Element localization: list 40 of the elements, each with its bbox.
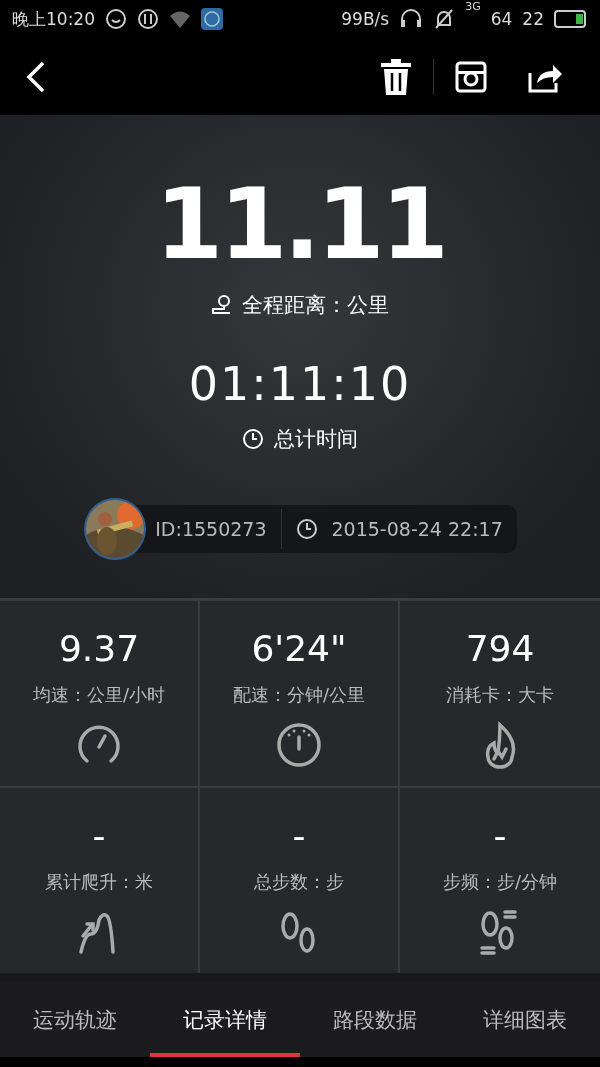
camera-icon[interactable] (455, 60, 487, 93)
stat-value: - (292, 814, 306, 858)
battery-level: 22 (522, 9, 544, 29)
tab[interactable]: 详细图表 (450, 981, 600, 1057)
signal-strength: 64 (490, 9, 513, 29)
distance-label: 全程距离：公里 (242, 292, 390, 319)
status-time: 晚上10:20 (12, 7, 95, 31)
record-date: 2015-08-24 22:17 (331, 518, 503, 540)
tab[interactable]: 路段数据 (300, 981, 450, 1057)
headset-icon (399, 8, 424, 30)
duration-label: 总计时间 (274, 426, 358, 453)
app-icon (201, 8, 223, 30)
stat-label: 配速：分钟/公里 (232, 683, 366, 707)
back-icon[interactable] (26, 60, 46, 93)
stat-label: 步频：步/分钟 (442, 870, 558, 894)
user-id: ID:1550273 (155, 518, 267, 540)
battery-icon (554, 10, 588, 28)
trash-icon[interactable] (381, 58, 411, 95)
network-type: 3G (465, 0, 481, 13)
clock-icon (242, 428, 264, 450)
network-speed: 99B/s (341, 9, 390, 29)
tab[interactable]: 记录详情 (150, 981, 300, 1057)
route-icon (210, 294, 233, 316)
stat-value: 9.37 (58, 627, 140, 671)
face-icon (105, 8, 127, 30)
duration-value: 01:11:10 (188, 361, 412, 407)
tab[interactable]: 运动轨迹 (0, 981, 150, 1057)
stat-label: 均速：公里/小时 (32, 683, 166, 707)
stat-label: 消耗卡：大卡 (446, 683, 554, 707)
stat-value: 6'24" (251, 627, 347, 671)
stat-value: 794 (465, 627, 535, 671)
wifi-icon (169, 9, 191, 29)
clock-icon (295, 518, 318, 540)
stat-label: 总步数：步 (254, 870, 344, 894)
stat-label: 累计爬升：米 (45, 870, 153, 894)
stat-value: - (493, 814, 507, 858)
stat-value: - (92, 814, 106, 858)
gauge-icon (275, 721, 323, 769)
distance-value: 11.11 (155, 175, 445, 273)
muted-bell-icon (433, 8, 456, 30)
